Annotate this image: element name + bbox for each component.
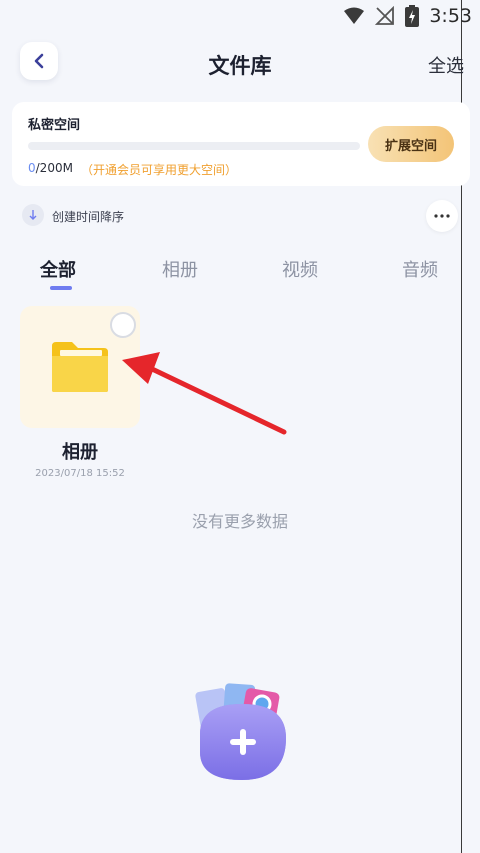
more-icon	[434, 214, 450, 218]
expand-space-button[interactable]: 扩展空间	[368, 126, 454, 162]
storage-title: 私密空间	[28, 118, 81, 133]
status-bar: 3:53	[0, 0, 480, 34]
add-file-button[interactable]	[192, 682, 292, 782]
select-checkbox[interactable]	[110, 312, 136, 338]
active-tab-indicator	[50, 286, 72, 290]
folder-date: 2023/07/18 15:52	[35, 468, 125, 479]
status-icons: 3:53	[343, 5, 472, 27]
more-options-button[interactable]	[426, 200, 458, 232]
empty-message: 没有更多数据	[191, 512, 288, 531]
storage-used: 0	[28, 161, 36, 175]
tab-albums[interactable]: 相册	[162, 256, 198, 282]
storage-usage-bar	[28, 142, 360, 150]
tab-all[interactable]: 全部	[40, 256, 76, 282]
folder-icon	[52, 342, 108, 392]
folder-name: 相册	[62, 442, 98, 463]
page-title: 文件库	[208, 54, 272, 78]
storage-total: /200M	[35, 161, 73, 175]
storage-info: 0 /200M （开通会员可享用更大空间）	[28, 161, 237, 178]
tab-videos[interactable]: 视频	[282, 256, 318, 282]
header: 文件库 全选	[0, 40, 480, 88]
tab-audio[interactable]: 音频	[402, 256, 438, 282]
storage-card: 私密空间 0 /200M （开通会员可享用更大空间） 扩展空间	[12, 102, 470, 186]
status-time: 3:53	[429, 5, 472, 27]
no-signal-icon	[375, 6, 395, 25]
sort-descending-icon[interactable]	[22, 204, 44, 226]
sort-row: 创建时间降序	[0, 196, 480, 236]
wifi-icon	[344, 7, 365, 24]
membership-promo: （开通会员可享用更大空间）	[80, 163, 237, 177]
sort-label[interactable]: 创建时间降序	[52, 208, 124, 225]
select-all-button[interactable]: 全选	[428, 52, 464, 78]
arrow-down-icon	[29, 210, 37, 220]
category-tabs: 全部 相册 视频 音频	[0, 252, 480, 298]
battery-charging-icon	[405, 5, 420, 27]
